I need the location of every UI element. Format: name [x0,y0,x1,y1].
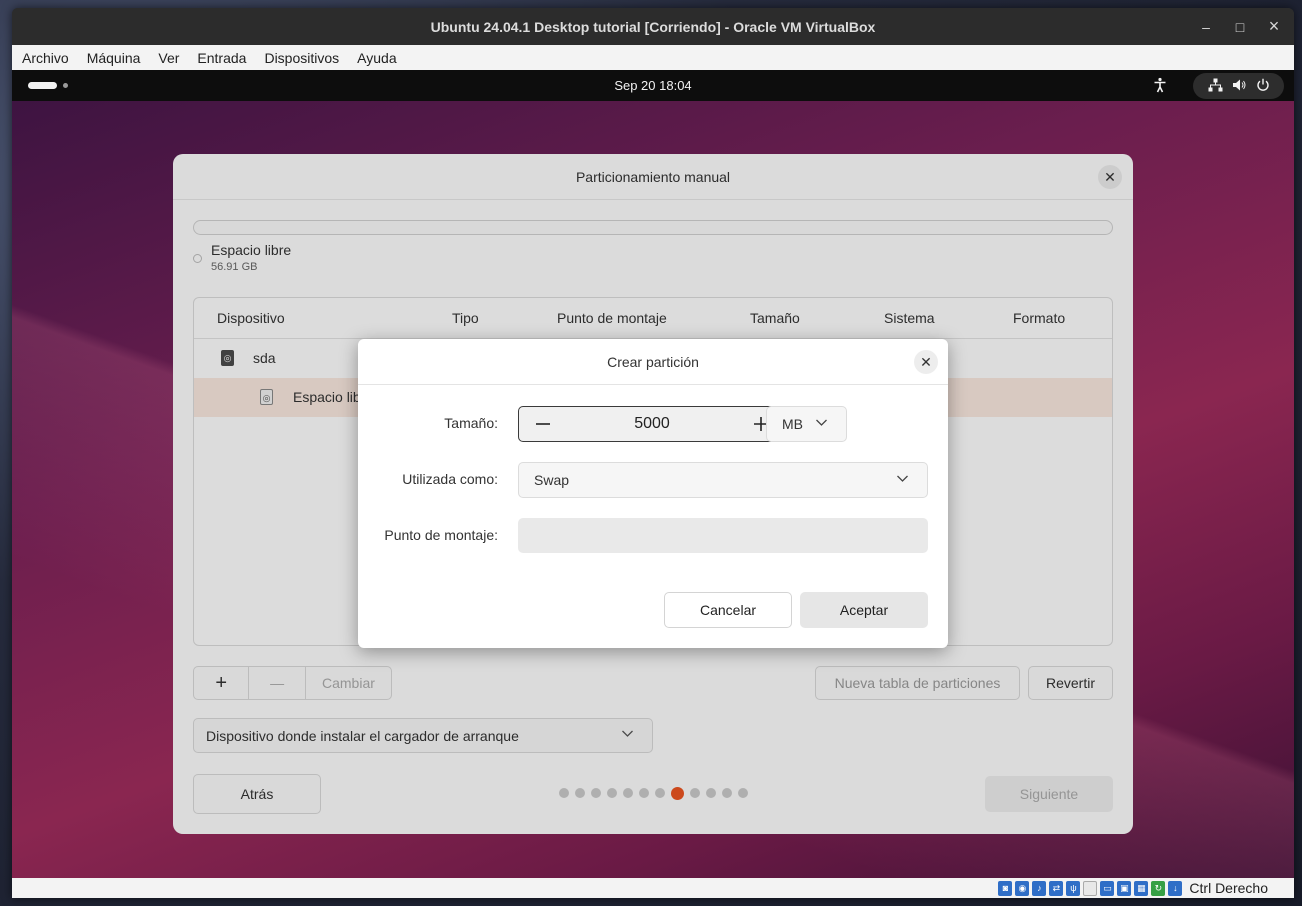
keyboard-capture-icon[interactable]: ↓ [1168,880,1183,896]
menu-maquina[interactable]: Máquina [80,50,148,66]
decrease-size-button[interactable] [519,407,567,441]
minimize-button[interactable]: – [1189,8,1223,45]
host-key-label: Ctrl Derecho [1189,880,1268,896]
mouse-integration-icon[interactable]: ↻ [1151,880,1166,896]
network-icon [1208,78,1223,94]
display-icon[interactable]: ▭ [1100,880,1115,896]
clock[interactable]: Sep 20 18:04 [12,70,1294,101]
create-partition-dialog: Crear partición ✕ Tamaño: 5000 MB Utiliz… [358,339,948,648]
usb-icon[interactable]: ψ [1066,880,1081,896]
power-icon [1256,78,1270,94]
cpu-icon[interactable]: ▦ [1134,880,1149,896]
size-unit-value: MB [782,416,803,432]
used-as-label: Utilizada como: [402,471,498,487]
menu-dispositivos[interactable]: Dispositivos [257,50,346,66]
close-window-button[interactable]: × [1257,8,1291,45]
menu-entrada[interactable]: Entrada [190,50,253,66]
volume-icon [1232,78,1247,94]
dialog-title: Crear partición [358,339,948,385]
menu-archivo[interactable]: Archivo [15,50,76,66]
used-as-select[interactable]: Swap [518,462,928,498]
cancel-button[interactable]: Cancelar [664,592,792,628]
used-as-value: Swap [534,472,570,488]
shared-folders-icon[interactable] [1083,880,1098,896]
size-value[interactable]: 5000 [567,407,737,441]
accessibility-icon[interactable] [1151,77,1169,95]
mount-point-field[interactable] [518,518,928,553]
chevron-down-icon [896,472,909,488]
virtualbox-window: Ubuntu 24.04.1 Desktop tutorial [Corrien… [12,8,1294,898]
vbox-status-bar: ◙ ◉ ♪ ⇄ ψ ▭ ▣ ▦ ↻ ↓ Ctrl Derecho [12,878,1294,898]
window-title: Ubuntu 24.04.1 Desktop tutorial [Corrien… [430,18,876,35]
maximize-button[interactable]: □ [1223,8,1257,45]
hard-disk-icon[interactable]: ◙ [998,880,1013,896]
audio-icon[interactable]: ♪ [1032,880,1047,896]
vbox-titlebar[interactable]: Ubuntu 24.04.1 Desktop tutorial [Corrien… [12,8,1294,45]
dialog-close-button[interactable]: ✕ [914,350,938,374]
close-icon: ✕ [920,353,932,370]
gnome-top-bar: Sep 20 18:04 [12,70,1294,101]
menu-ayuda[interactable]: Ayuda [350,50,403,66]
accept-button[interactable]: Aceptar [800,592,928,628]
size-stepper: 5000 [518,406,786,442]
vbox-menubar: Archivo Máquina Ver Entrada Dispositivos… [12,45,1294,70]
network-adapter-icon[interactable]: ⇄ [1049,880,1064,896]
system-menu[interactable] [1193,73,1284,99]
mount-point-label: Punto de montaje: [384,527,498,543]
guest-screen: Sep 20 18:04 Particionamiento manual ✕ E… [12,70,1294,878]
recording-icon[interactable]: ▣ [1117,880,1132,896]
optical-drive-icon[interactable]: ◉ [1015,880,1030,896]
menu-ver[interactable]: Ver [151,50,186,66]
size-unit-select[interactable]: MB [766,406,847,442]
size-label: Tamaño: [444,415,498,431]
chevron-down-icon [815,416,828,432]
